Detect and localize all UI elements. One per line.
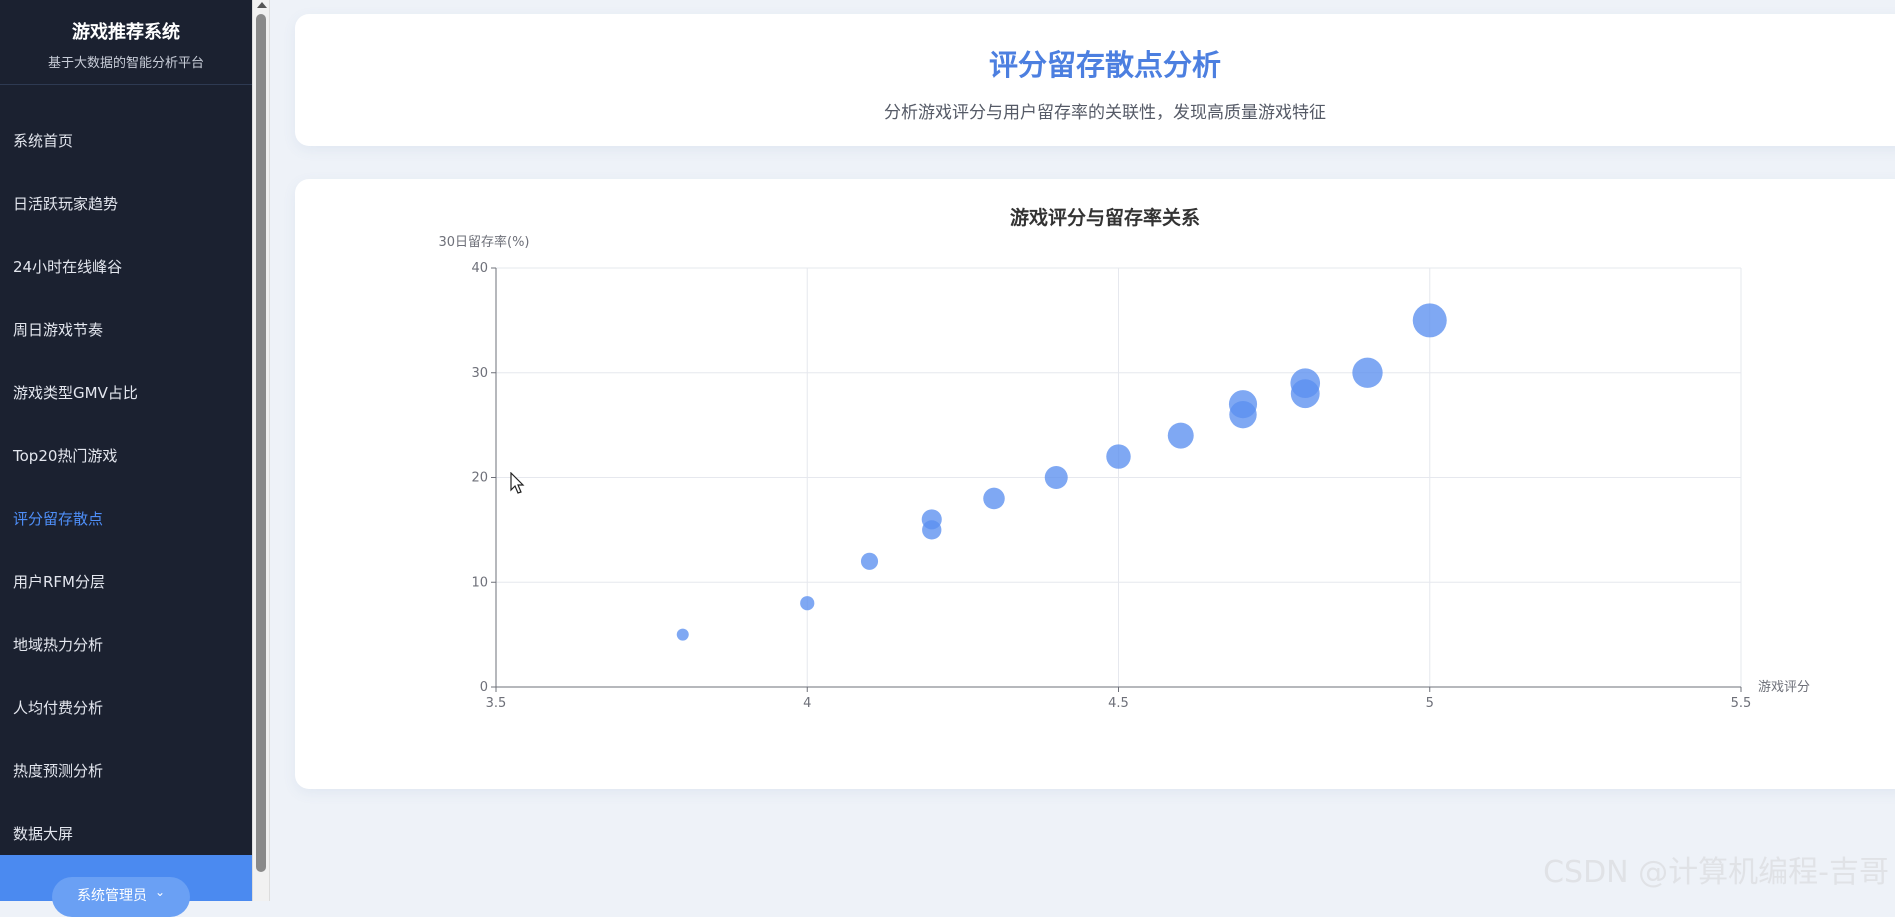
x-tick-label: 5 (1426, 696, 1434, 711)
scroll-up-arrow-icon[interactable] (257, 2, 267, 8)
scatter-point (1228, 390, 1258, 419)
sidebar-item-0[interactable]: 系统首页 (0, 109, 252, 172)
user-menu-button[interactable]: 系统管理员 ⌄ (52, 877, 190, 917)
y-tick-label: 30 (471, 366, 488, 381)
sidebar-item-10[interactable]: 热度预测分析 (0, 739, 252, 802)
watermark: CSDN @计算机编程-吉哥 (1543, 855, 1889, 890)
y-tick-label: 40 (471, 261, 488, 276)
x-tick-label: 3.5 (486, 696, 507, 711)
sidebar-item-8[interactable]: 地域热力分析 (0, 613, 252, 676)
scatter-chart: 0 10 20 30 40 3.5 4 4.5 5 5.5 30日留存率(%) 游戏评分 (438, 234, 1810, 711)
sidebar-item-3[interactable]: 周日游戏节奏 (0, 298, 252, 361)
x-tick-label: 5.5 (1731, 696, 1752, 711)
sidebar-footer: 系统管理员 ⌄ (0, 855, 252, 917)
chart-card: 游戏评分与留存率关系 0 10 20 30 40 3.5 4 4.5 5 5.5 30日留存率(%)… (295, 179, 1895, 789)
scatter-point (1352, 357, 1383, 388)
x-axis-label: 游戏评分 (1758, 680, 1810, 695)
y-axis-label: 30日留存率(%) (438, 234, 529, 250)
scatter-point (1290, 368, 1321, 399)
sidebar-item-4[interactable]: 游戏类型GMV占比 (0, 361, 252, 424)
sidebar-scrollbar[interactable] (252, 0, 270, 901)
sidebar-menu: 系统首页 日活跃玩家趋势 24小时在线峰谷 周日游戏节奏 游戏类型GMV占比 Top20热… (0, 109, 252, 865)
sidebar-item-7[interactable]: 用户RFM分层 (0, 550, 252, 613)
page-title: 评分留存散点分析 (988, 48, 1221, 82)
scatter-point (1412, 303, 1447, 338)
sidebar-item-2[interactable]: 24小时在线峰谷 (0, 235, 252, 298)
sidebar-item-5[interactable]: Top20热门游戏 (0, 424, 252, 487)
x-tick-label: 4.5 (1108, 696, 1129, 711)
scatter-point (1106, 444, 1131, 469)
scatter-point (676, 628, 689, 641)
sidebar-item-9[interactable]: 人均付费分析 (0, 676, 252, 739)
y-tick-label: 0 (480, 680, 488, 695)
y-tick-label: 10 (471, 575, 488, 590)
header-card: 评分留存散点分析 分析游戏评分与用户留存率的关联性，发现高质量游戏特征 (295, 14, 1895, 146)
x-tick-label: 4 (803, 696, 811, 711)
sidebar: 游戏推荐系统 基于大数据的智能分析平台 系统首页 日活跃玩家趋势 24小时在线峰谷周… (0, 0, 252, 917)
page-subtitle: 分析游戏评分与用户留存率的关联性，发现高质量游戏特征 (884, 103, 1326, 123)
brand-subtitle: 基于大数据的智能分析平台 (47, 55, 204, 71)
brand: 游戏推荐系统 基于大数据的智能分析平台 (0, 0, 252, 85)
user-name: 系统管理员 (76, 888, 147, 904)
scatter-point (983, 487, 1005, 510)
scatter-point (1044, 466, 1068, 489)
sidebar-item-6[interactable]: 评分留存散点 (0, 487, 252, 550)
mouse-cursor-icon (510, 472, 525, 494)
scatter-point (1167, 422, 1194, 449)
chevron-down-icon: ⌄ (154, 885, 166, 899)
y-tick-label: 20 (471, 471, 488, 486)
scatter-point (800, 596, 815, 611)
brand-title: 游戏推荐系统 (72, 21, 180, 43)
main-content: 评分留存散点分析 分析游戏评分与用户留存率的关联性，发现高质量游戏特征 游戏评分… (270, 0, 1895, 901)
sidebar-item-1[interactable]: 日活跃玩家趋势 (0, 172, 252, 235)
scroll-thumb[interactable] (256, 14, 266, 872)
scatter-point (860, 552, 879, 570)
scatter-point (921, 509, 942, 530)
